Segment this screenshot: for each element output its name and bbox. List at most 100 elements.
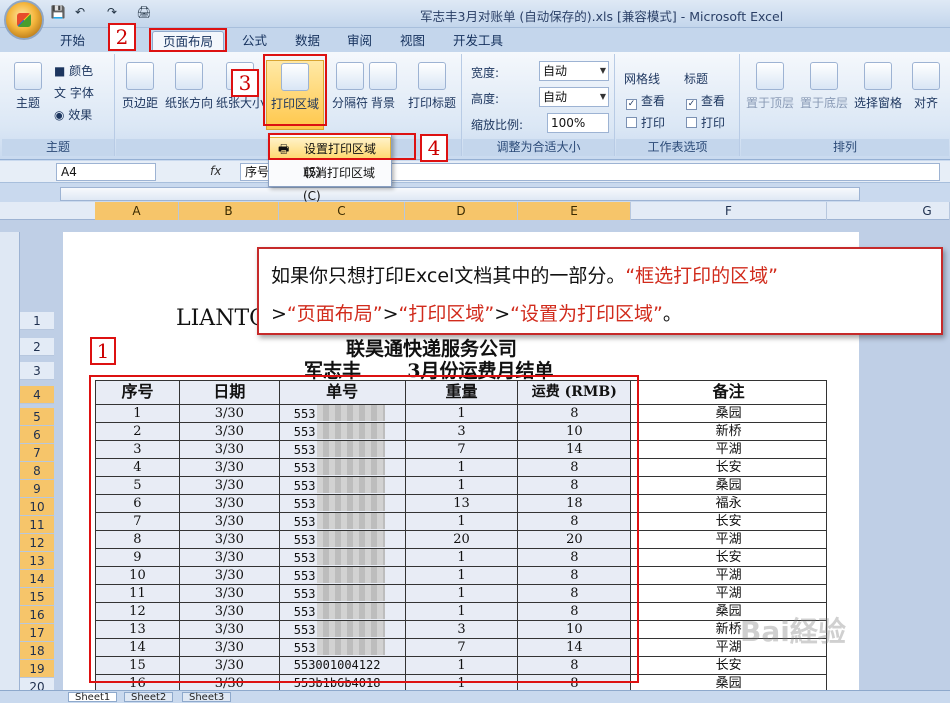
row-header[interactable]: 18 [20,642,54,660]
scale-stepper[interactable]: 100% [547,113,609,133]
table-cell[interactable]: 平湖 [631,441,827,459]
orientation-button[interactable]: 纸张方向 [164,60,214,111]
gridlines-print-label: 打印 [641,116,666,130]
send-back-button[interactable]: 置于底层 [799,60,849,111]
redo-icon[interactable]: ↷ [104,4,120,20]
bring-front-label: 置于顶层 [745,96,794,110]
width-select[interactable]: 自动 ▼ [539,61,609,81]
gridlines-print-checkbox[interactable]: 打印 [626,114,665,131]
row-header[interactable]: 19 [20,660,54,678]
row-header[interactable]: 17 [20,624,54,642]
tab-view[interactable]: 视图 [390,31,435,52]
table-cell[interactable]: 平湖 [631,585,827,603]
tab-formulas[interactable]: 公式 [232,31,277,52]
send-back-icon [810,62,838,90]
orientation-label: 纸张方向 [164,96,213,110]
callout-highlight: “页面布局” [286,303,383,325]
tab-data[interactable]: 数据 [285,31,330,52]
background-button[interactable]: 背景 [366,60,400,111]
row-header[interactable]: 6 [20,426,54,444]
row-header[interactable]: 15 [20,588,54,606]
table-cell[interactable]: 长安 [631,459,827,477]
column-header-g[interactable]: G [905,202,950,220]
row-header[interactable]: 16 [20,606,54,624]
breaks-icon [336,62,364,90]
tab-home[interactable]: 开始 [50,31,95,52]
callout-line-2: >“页面布局”>“打印区域”>“设置为打印区域”。 [271,295,929,333]
height-select[interactable]: 自动 ▼ [539,87,609,107]
row-header[interactable]: 1 [20,312,54,330]
clear-print-area-item[interactable]: 取消打印区域(C) [269,162,391,203]
fonts-icon: 文 [54,86,70,100]
sheet-tab[interactable]: Sheet3 [182,692,232,703]
send-back-label: 置于底层 [799,96,848,110]
row-header[interactable]: 10 [20,498,54,516]
row-header[interactable]: 12 [20,534,54,552]
print-titles-button[interactable]: 打印标题 [404,60,460,111]
column-header-f[interactable]: F [631,202,827,220]
row-header[interactable]: 4 [20,386,54,404]
background-label: 背景 [370,96,395,110]
size-label: 纸张大小 [216,96,265,110]
row-header[interactable]: 8 [20,462,54,480]
tab-developer[interactable]: 开发工具 [443,31,513,52]
save-icon[interactable]: 💾 [50,4,66,20]
column-header-b[interactable]: B [179,202,279,220]
theme-button[interactable]: 主题 [6,60,50,111]
column-header-c[interactable]: C [279,202,405,220]
row-header[interactable]: 11 [20,516,54,534]
row-header[interactable]: 5 [20,408,54,426]
row-header[interactable]: 7 [20,444,54,462]
table-cell[interactable]: 福永 [631,495,827,513]
fx-icon[interactable]: fx [210,164,221,178]
row-header[interactable]: 3 [20,362,54,380]
margins-button[interactable]: 页边距 [118,60,162,111]
height-label: 高度: [471,92,500,106]
headings-view-checkbox[interactable]: ✓ 查看 [686,92,725,110]
margins-icon [126,62,154,90]
row-header[interactable]: 14 [20,570,54,588]
row-header[interactable]: 2 [20,338,54,356]
table-cell[interactable]: 平湖 [631,567,827,585]
sheet-options-group: 网格线 标题 ✓ 查看 ✓ 查看 打印 打印 工作表选项 [616,54,740,156]
gridlines-view-checkbox[interactable]: ✓ 查看 [626,92,665,110]
effects-button[interactable]: ◉ 效果 [54,106,92,123]
effects-label: 效果 [68,108,93,122]
table-cell[interactable]: 桑园 [631,477,827,495]
table-cell[interactable]: 长安 [631,513,827,531]
table-cell[interactable]: 桑园 [631,405,827,423]
office-button[interactable] [4,0,44,40]
headings-view-label: 查看 [701,94,726,108]
column-header-d[interactable]: D [405,202,518,220]
selection-pane-button[interactable]: 选择窗格 [853,60,903,111]
row-header[interactable]: 13 [20,552,54,570]
checkbox-icon [686,117,697,128]
height-value: 自动 [543,90,568,104]
table-cell[interactable]: 平湖 [631,531,827,549]
bring-front-icon [756,62,784,90]
tab-review[interactable]: 审阅 [337,31,382,52]
print-preview-icon[interactable]: 🖨 [136,4,152,20]
name-box[interactable]: A4 [56,163,156,181]
undo-icon[interactable]: ↶ [72,4,88,20]
column-header-a[interactable]: A [95,202,179,220]
table-cell[interactable]: 新桥 [631,423,827,441]
sheet-tab[interactable]: Sheet2 [124,692,174,703]
bring-front-button[interactable]: 置于顶层 [745,60,795,111]
print-area-highlight-frame [263,54,327,126]
table-cell[interactable]: 长安 [631,549,827,567]
fonts-button[interactable]: 文 字体 [54,84,94,101]
selection-pane-icon [864,62,892,90]
colors-icon: ■ [54,64,70,78]
column-header-e[interactable]: E [518,202,631,220]
instruction-callout: 如果你只想打印Excel文档其中的一部分。“框选打印的区域” >“页面布局”>“… [257,247,943,335]
table-cell[interactable]: 长安 [631,657,827,675]
colors-button[interactable]: ■ 颜色 [54,62,93,79]
sheet-tabs-bar: Sheet1 Sheet2 Sheet3 [0,690,950,703]
scale-value: 100% [551,116,586,130]
header-cell[interactable]: 备注 [631,381,827,405]
headings-print-checkbox[interactable]: 打印 [686,114,725,131]
sheet-tab[interactable]: Sheet1 [68,692,118,703]
align-button[interactable]: 对齐 [907,60,945,111]
row-header[interactable]: 9 [20,480,54,498]
